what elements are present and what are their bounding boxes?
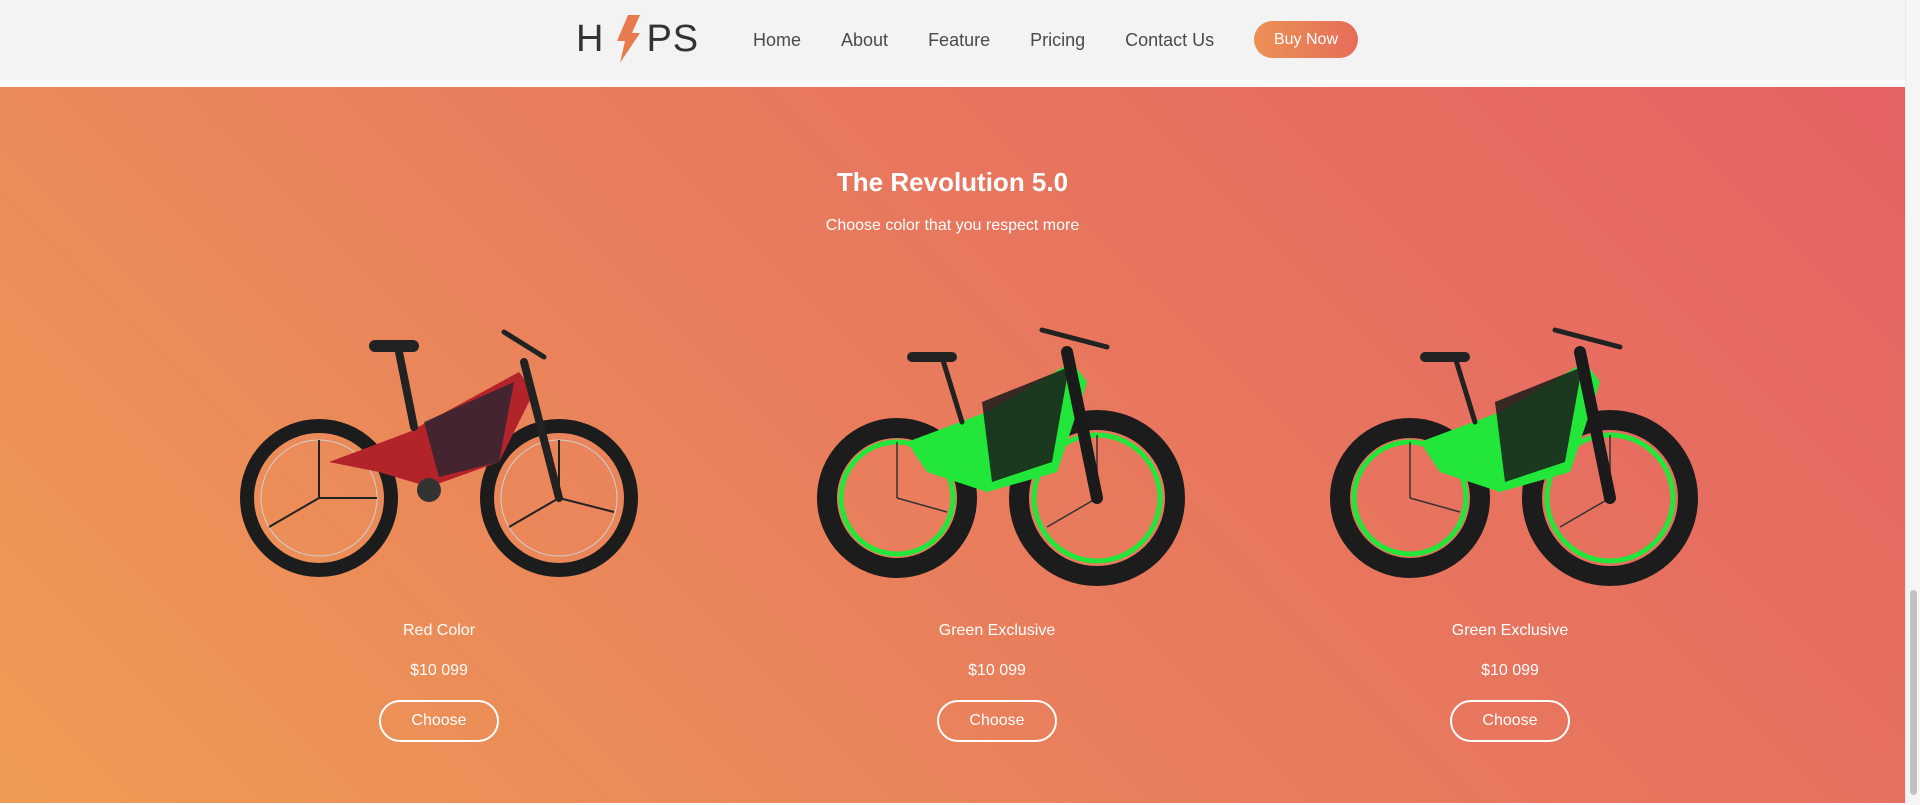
product-name: Red Color [402,622,476,639]
section-subtitle: Choose color that you respect more [825,217,1080,234]
nav-about[interactable]: About [841,30,888,51]
vertical-scrollbar[interactable] [1905,0,1920,805]
product-name: Green Exclusive [938,622,1056,639]
bike-image [229,312,649,592]
nav-pricing[interactable]: Pricing [1030,30,1085,51]
scrollbar-thumb[interactable] [1910,590,1917,795]
product-card-red: Red Color $10 099 Choose [229,312,649,792]
choose-button[interactable]: Choose [379,700,499,742]
main-nav: Home About Feature Pricing Contact Us [753,22,1214,58]
nav-home[interactable]: Home [753,30,801,51]
choose-button[interactable]: Choose [1450,700,1570,742]
section-title: The Revolution 5.0 [836,167,1069,197]
logo-letters-right: PS [646,17,700,60]
bike-image [787,312,1207,592]
nav-feature[interactable]: Feature [928,30,990,51]
header-divider [0,80,1905,87]
logo-letter-left: H [576,17,605,60]
nav-contact-us[interactable]: Contact Us [1125,30,1214,51]
product-card-green-2: Green Exclusive $10 099 Choose [1300,312,1720,792]
brand-logo[interactable]: H PS [576,13,699,65]
buy-now-button[interactable]: Buy Now [1254,21,1358,58]
product-card-green: Green Exclusive $10 099 Choose [787,312,1207,792]
lightning-bolt-icon [614,15,642,63]
page: H PS Home About Feature Pricing Contact … [0,0,1920,805]
product-name: Green Exclusive [1451,622,1569,639]
bike-image [1300,312,1720,592]
choose-button[interactable]: Choose [937,700,1057,742]
product-price: $10 099 [968,662,1026,679]
pricing-section: The Revolution 5.0 Choose color that you… [0,87,1905,803]
site-header: H PS Home About Feature Pricing Contact … [0,0,1905,80]
product-price: $10 099 [1481,662,1539,679]
product-price: $10 099 [410,662,468,679]
